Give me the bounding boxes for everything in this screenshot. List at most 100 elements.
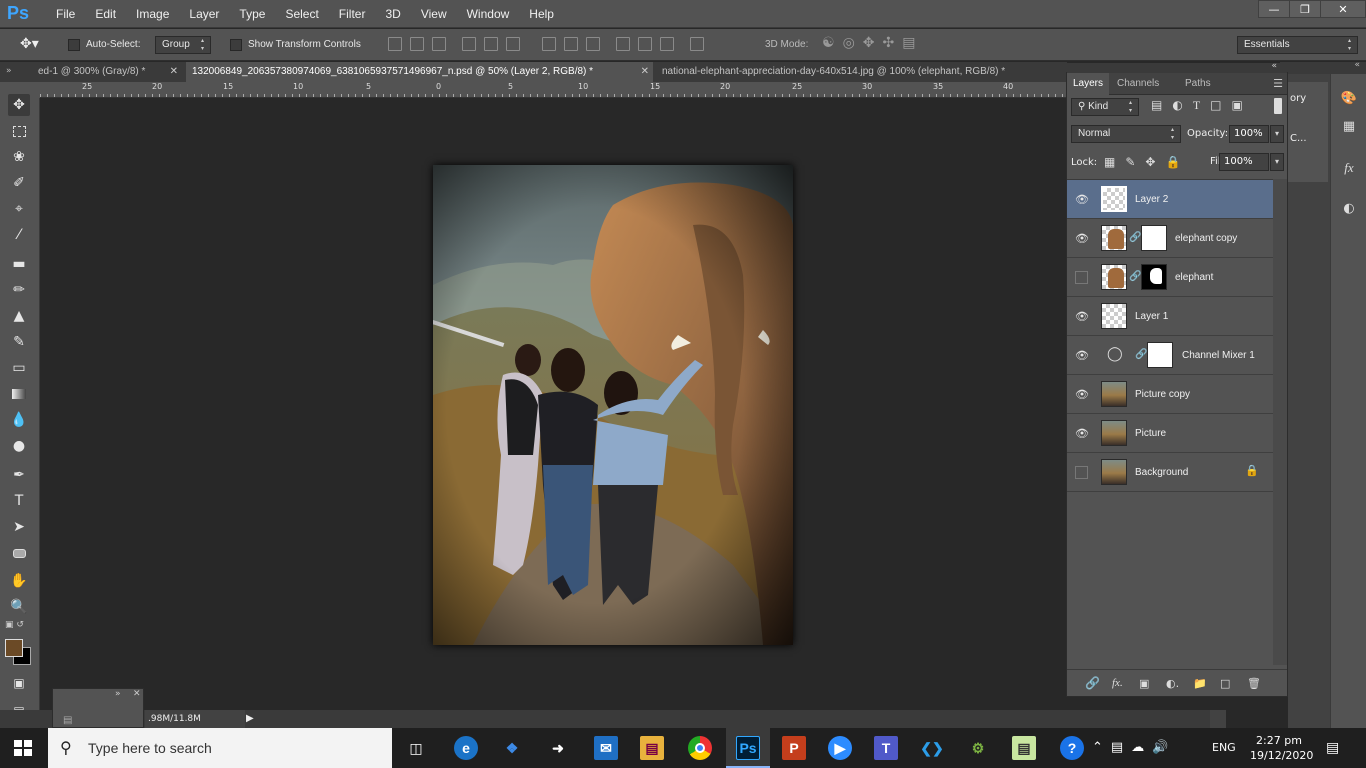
close-icon[interactable]: ✕ xyxy=(641,62,649,82)
task-view-icon[interactable]: ◫ xyxy=(404,736,428,760)
eye-icon[interactable]: 👁 xyxy=(1075,193,1089,206)
layer-row-picture[interactable]: 👁 Picture xyxy=(1067,414,1273,453)
adjustment-filter-icon[interactable]: ◐ xyxy=(1172,98,1182,113)
close-icon[interactable]: ✕ xyxy=(1320,0,1366,18)
eye-icon[interactable]: 👁 xyxy=(1075,427,1089,440)
history-brush-tool-icon[interactable]: ✎ xyxy=(8,331,30,353)
vscode-icon[interactable]: ❮❯ xyxy=(920,736,944,760)
marquee-tool-icon[interactable] xyxy=(8,120,30,142)
crop-tool-icon[interactable]: ⌖ xyxy=(8,198,30,220)
zoom-icon[interactable]: ▶ xyxy=(828,736,852,760)
menu-3d[interactable]: 3D xyxy=(375,0,410,28)
volume-icon[interactable]: 🔊 xyxy=(1152,740,1168,755)
align-top-icon[interactable] xyxy=(388,37,402,51)
pixel-filter-icon[interactable]: ▤ xyxy=(1151,98,1162,113)
horizontal-ruler[interactable]: 25 20 15 10 5 0 5 10 15 20 25 30 35 40 xyxy=(40,82,1067,98)
menu-layer[interactable]: Layer xyxy=(179,0,229,28)
layers-scrollbar[interactable] xyxy=(1273,179,1287,665)
mail-icon[interactable]: ✉ xyxy=(594,736,618,760)
eraser-tool-icon[interactable]: ▭ xyxy=(8,357,30,379)
close-icon[interactable]: ✕ xyxy=(133,689,141,699)
pen-tool-icon[interactable]: ✒ xyxy=(8,464,30,486)
collapse-arrows-icon[interactable]: » xyxy=(6,66,12,76)
menu-filter[interactable]: Filter xyxy=(329,0,376,28)
smart-object-filter-icon[interactable]: ▣ xyxy=(1232,98,1243,113)
windows-start-icon[interactable] xyxy=(14,740,32,756)
foreground-color-swatch[interactable] xyxy=(5,639,23,657)
clock[interactable]: 2:27 pm 19/12/2020 xyxy=(1250,733,1313,763)
type-tool-icon[interactable]: T xyxy=(8,490,30,512)
status-menu-arrow-icon[interactable]: ▶ xyxy=(246,713,254,724)
layer-filter-dropdown[interactable]: ⚲ Kind xyxy=(1071,98,1139,116)
link-icon[interactable]: 🔗 xyxy=(1129,232,1141,243)
auto-select-checkbox[interactable] xyxy=(68,38,80,51)
new-layer-icon[interactable]: □ xyxy=(1220,677,1247,690)
move-tool-icon[interactable]: ✥ xyxy=(8,94,30,116)
type-filter-icon[interactable]: T xyxy=(1193,98,1200,113)
file-explorer-icon[interactable]: ▤ xyxy=(640,736,664,760)
powerpoint-icon[interactable]: P xyxy=(782,736,806,760)
layer-row-elephant-copy[interactable]: 👁 🔗 elephant copy xyxy=(1067,219,1273,258)
doc-tab-3[interactable]: national-elephant-appreciation-day-640x5… xyxy=(656,62,1067,82)
collapse-arrows-icon[interactable]: « xyxy=(1354,60,1360,70)
layer-row-elephant[interactable]: 🔗 elephant xyxy=(1067,258,1273,297)
app-icon[interactable]: ⚙ xyxy=(966,736,990,760)
shape-filter-icon[interactable]: □ xyxy=(1210,98,1221,113)
auto-select-dropdown[interactable]: Group xyxy=(155,36,211,54)
clone-stamp-tool-icon[interactable]: ▲ xyxy=(8,305,30,327)
menu-view[interactable]: View xyxy=(411,0,457,28)
chrome-icon[interactable] xyxy=(688,736,712,760)
photoshop-icon[interactable]: Ps xyxy=(736,736,760,760)
path-selection-tool-icon[interactable]: ➤ xyxy=(8,516,30,538)
lock-transparency-icon[interactable]: ▦ xyxy=(1104,155,1115,169)
link-icon[interactable]: 🔗 xyxy=(1129,271,1141,282)
distribute-top-icon[interactable] xyxy=(542,37,556,51)
app-icon[interactable]: ➜ xyxy=(546,736,570,760)
lasso-tool-icon[interactable]: ❀ xyxy=(8,146,30,168)
visibility-toggle-empty[interactable] xyxy=(1075,466,1088,479)
eyedropper-tool-icon[interactable]: ⁄ xyxy=(8,224,30,246)
distribute-hcenter-icon[interactable] xyxy=(638,37,652,51)
layer-row-picture-copy[interactable]: 👁 Picture copy xyxy=(1067,375,1273,414)
3d-rotate-icon[interactable]: ☯ xyxy=(822,35,835,51)
swatches-grid-icon[interactable]: ▦ xyxy=(1339,116,1359,136)
auto-align-icon[interactable] xyxy=(690,37,704,51)
blend-mode-dropdown[interactable]: Normal xyxy=(1071,125,1181,143)
align-bottom-icon[interactable] xyxy=(432,37,446,51)
3d-slide-icon[interactable]: ✣ xyxy=(883,35,895,51)
zoom-tool-icon[interactable]: 🔍 xyxy=(8,596,30,618)
quick-select-tool-icon[interactable]: ✐ xyxy=(8,172,30,194)
align-left-icon[interactable] xyxy=(462,37,476,51)
3d-pan-icon[interactable]: ✥ xyxy=(863,35,875,51)
tab-channels[interactable]: Channels xyxy=(1111,73,1165,95)
onedrive-icon[interactable]: ☁ xyxy=(1131,740,1144,755)
menu-window[interactable]: Window xyxy=(457,0,520,28)
dropbox-icon[interactable]: ❖ xyxy=(500,736,524,760)
align-vcenter-icon[interactable] xyxy=(410,37,424,51)
teams-icon[interactable]: T xyxy=(874,736,898,760)
eye-icon[interactable]: 👁 xyxy=(1075,232,1089,245)
tab-paths[interactable]: Paths xyxy=(1179,73,1217,95)
adjustments-icon[interactable]: ◐ xyxy=(1339,198,1359,218)
restore-icon[interactable]: ❐ xyxy=(1289,0,1321,18)
blur-tool-icon[interactable]: 💧 xyxy=(8,409,30,431)
menu-edit[interactable]: Edit xyxy=(85,0,126,28)
layer-row-channel-mixer[interactable]: 👁 ◯ 🔗 Channel Mixer 1 xyxy=(1067,336,1273,375)
menu-type[interactable]: Type xyxy=(229,0,275,28)
doc-tab-2[interactable]: 132006849_206357380974069_63810659375714… xyxy=(186,62,653,82)
language-indicator[interactable]: ENG xyxy=(1212,741,1236,754)
distribute-left-icon[interactable] xyxy=(616,37,630,51)
quick-mask-icon[interactable]: ▣ xyxy=(8,672,30,694)
layer-row-layer-2[interactable]: 👁 Layer 2 xyxy=(1067,180,1273,219)
network-icon[interactable]: ▤ xyxy=(1111,740,1123,755)
workspace-dropdown[interactable]: Essentials xyxy=(1237,36,1358,54)
doc-tab-1[interactable]: ed-1 @ 300% (Gray/8) * ✕ xyxy=(32,62,182,82)
fx-icon[interactable]: fx. xyxy=(1112,677,1139,689)
add-mask-icon[interactable]: ▣ xyxy=(1139,677,1166,690)
filter-toggle[interactable] xyxy=(1274,98,1282,114)
hand-tool-icon[interactable]: ✋ xyxy=(8,570,30,592)
opacity-slider-arrow[interactable]: ▾ xyxy=(1270,125,1284,143)
adjustment-layer-icon[interactable]: ◐. xyxy=(1166,677,1193,690)
taskbar-search-box[interactable]: ⚲ Type here to search xyxy=(48,728,392,768)
distribute-vcenter-icon[interactable] xyxy=(564,37,578,51)
